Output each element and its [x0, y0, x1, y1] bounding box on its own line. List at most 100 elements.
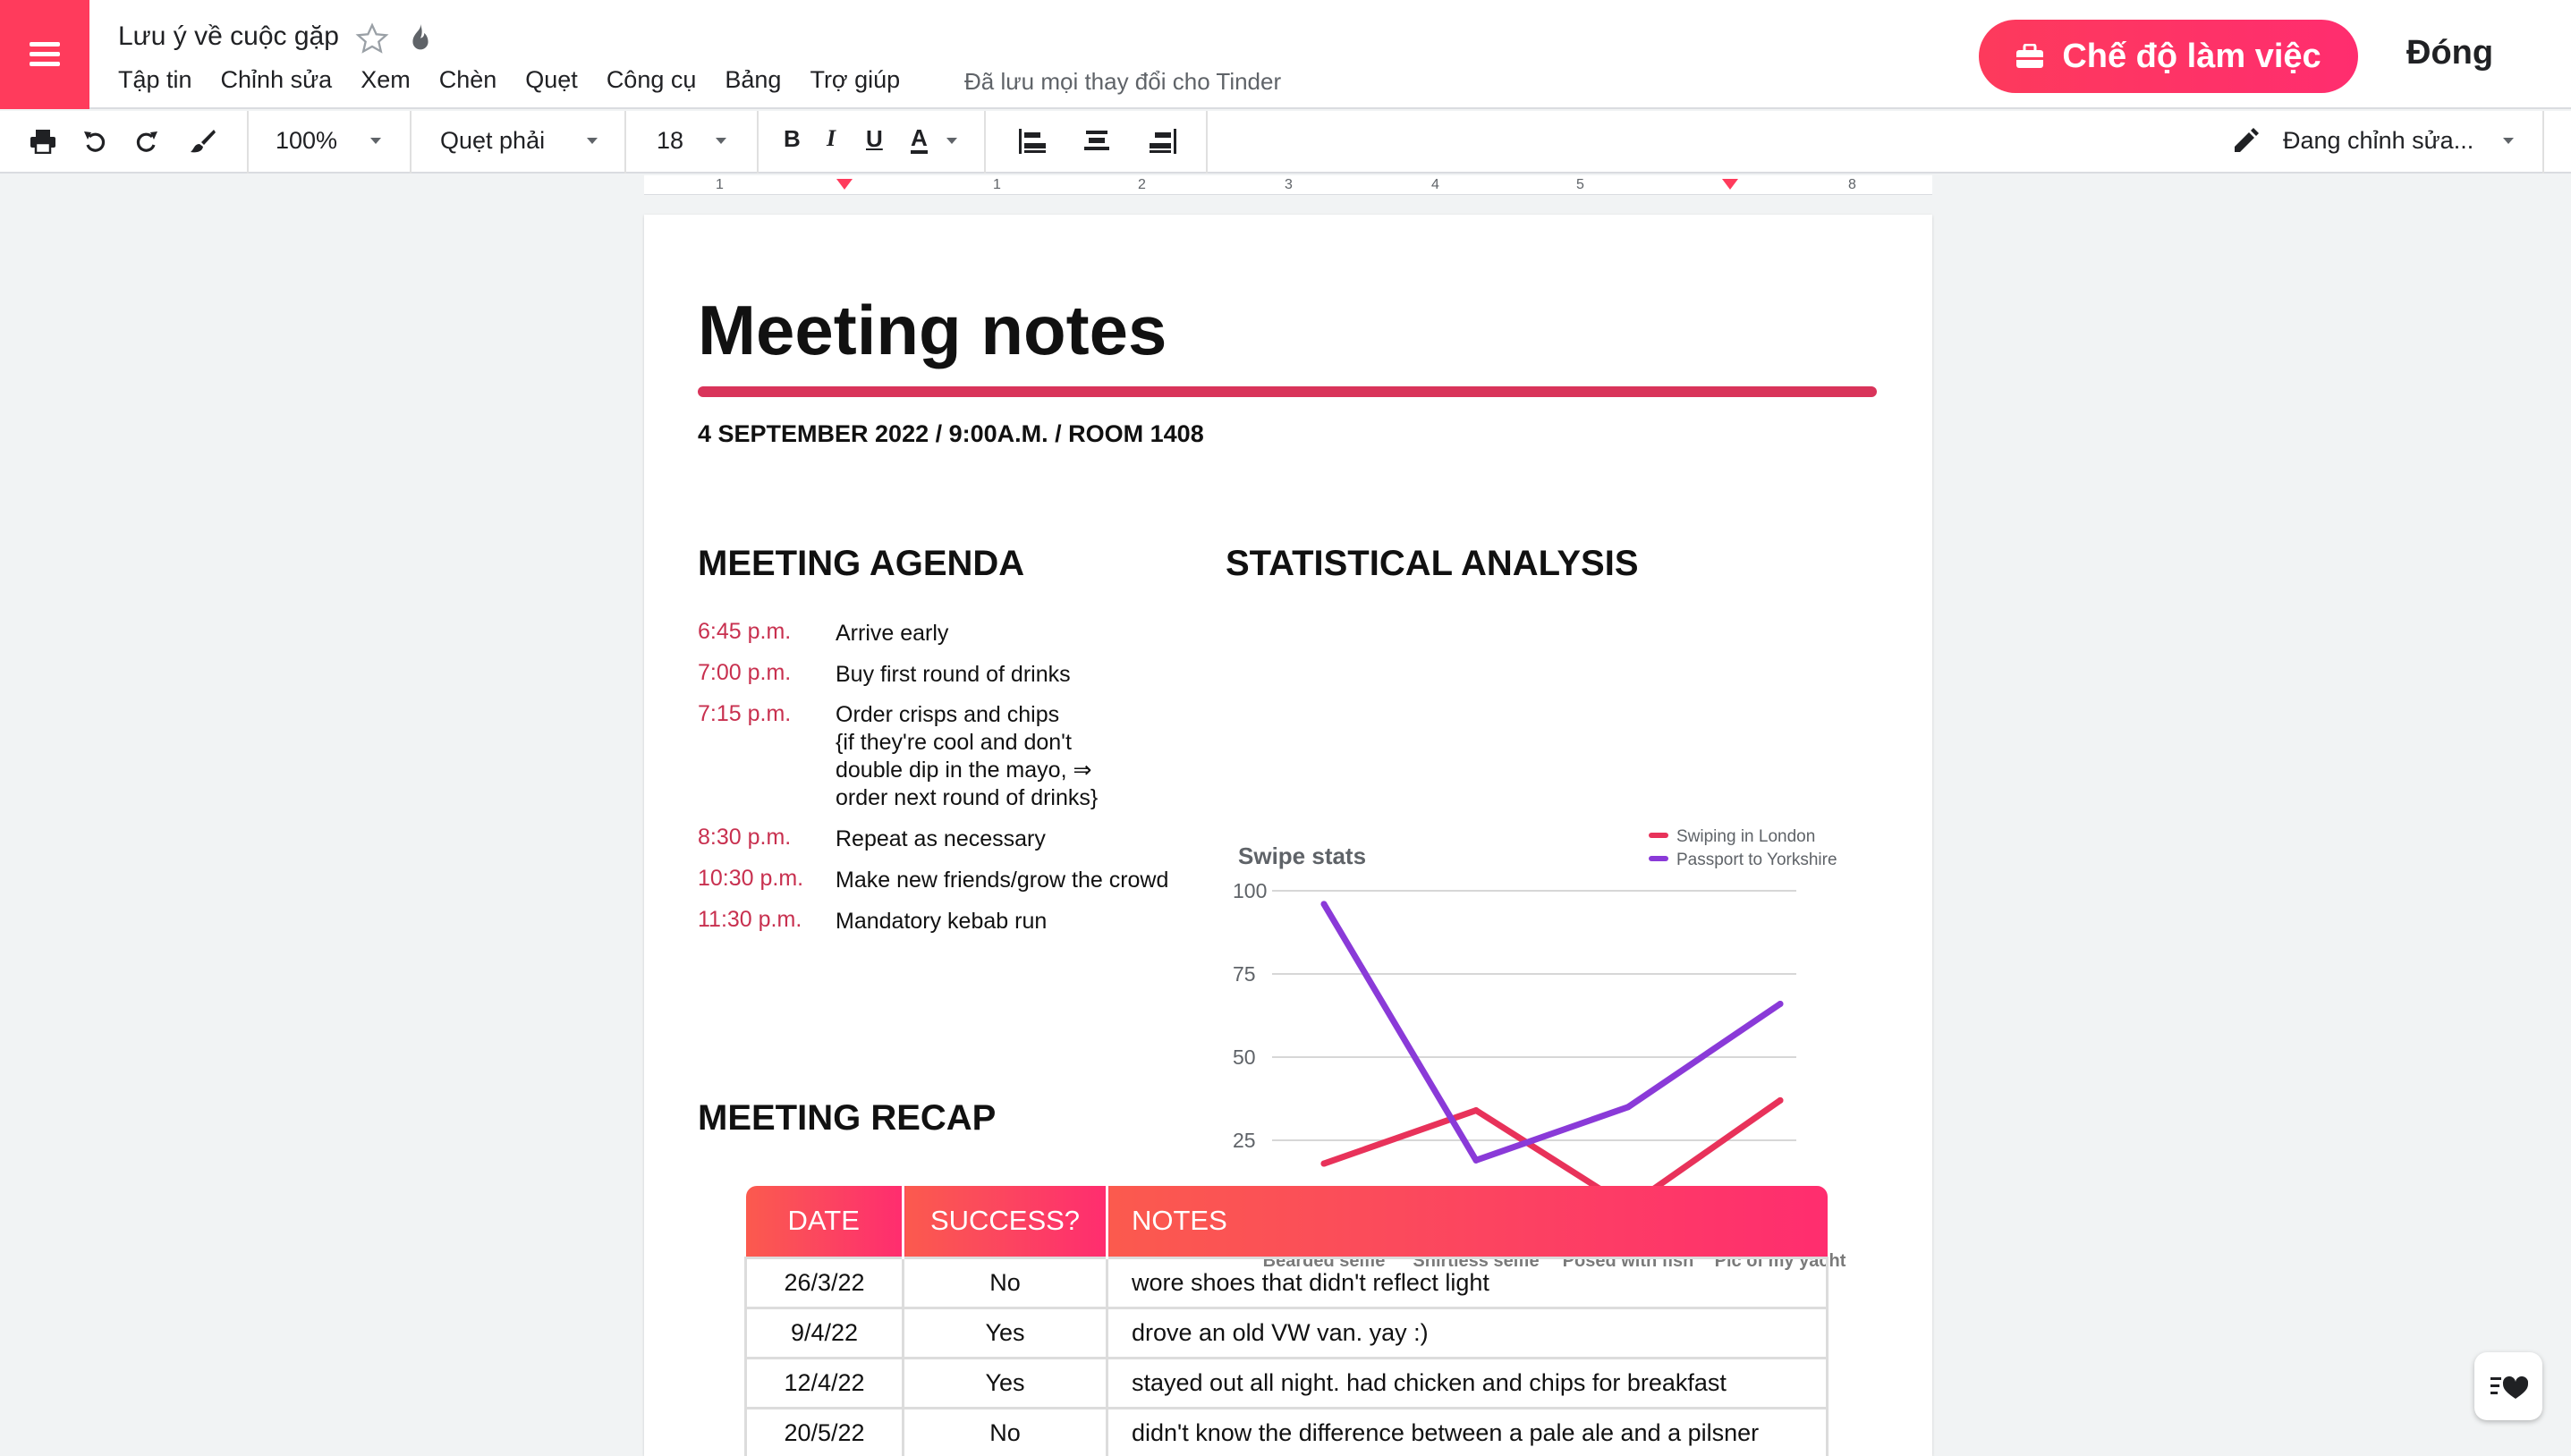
menu-file[interactable]: Tập tin: [118, 66, 192, 94]
agenda-item: 7:15 p.m. Order crisps and chips {if the…: [698, 701, 1199, 812]
data-point: [1320, 1160, 1328, 1167]
cell-notes: stayed out all night. had chicken and ch…: [1106, 1356, 1829, 1409]
formatting-toolbar: 100% Quẹt phải 18 B I U A Đang chỉnh sửa…: [0, 111, 2571, 174]
cell-success: Yes: [902, 1356, 1108, 1409]
title-divider: [698, 386, 1877, 397]
align-right-icon[interactable]: [1145, 123, 1181, 159]
text-color-caret-icon[interactable]: [946, 138, 957, 144]
close-button[interactable]: Đóng: [2406, 34, 2493, 72]
toolbar-divider: [624, 111, 626, 174]
ruler-number: 5: [1576, 177, 1584, 192]
agenda-time: 11:30 p.m.: [698, 907, 802, 932]
zoom-caret-icon[interactable]: [370, 138, 381, 144]
ruler-number: 2: [1138, 177, 1146, 192]
y-tick-label: 100: [1233, 879, 1267, 902]
menu-tools[interactable]: Công cụ: [607, 66, 697, 94]
editing-mode-select[interactable]: Đang chỉnh sửa...: [2283, 127, 2473, 155]
menu-insert[interactable]: Chèn: [439, 66, 497, 94]
document-page[interactable]: Meeting notes 4 SEPTEMBER 2022 / 9:00A.M…: [644, 215, 1932, 1456]
agenda-item: 11:30 p.m. Mandatory kebab run: [698, 907, 1199, 935]
align-left-icon[interactable]: [1014, 123, 1050, 159]
agenda-text: Mandatory kebab run: [836, 909, 1048, 934]
menu-view[interactable]: Xem: [361, 66, 411, 94]
agenda-time: 8:30 p.m.: [698, 825, 792, 850]
feedback-button[interactable]: [2474, 1352, 2542, 1420]
work-mode-button[interactable]: Chế độ làm việc: [1979, 20, 2358, 93]
analysis-heading: STATISTICAL ANALYSIS: [1226, 544, 1639, 583]
column-header-date: DATE: [745, 1186, 904, 1257]
column-header-success: SUCCESS?: [903, 1186, 1108, 1257]
menu-swipe[interactable]: Quẹt: [525, 66, 578, 94]
recap-table: DATE SUCCESS? NOTES 26/3/22 No wore shoe…: [744, 1186, 1829, 1456]
undo-icon[interactable]: [77, 123, 113, 159]
font-size-caret-icon[interactable]: [716, 138, 726, 144]
legend-label: Passport to Yorkshire: [1676, 851, 1837, 869]
font-size-select[interactable]: 18: [657, 127, 683, 155]
data-point: [1472, 1156, 1480, 1164]
agenda-item: 7:00 p.m. Buy first round of drinks: [698, 660, 1199, 689]
cell-date: 20/5/22: [744, 1406, 904, 1456]
save-status[interactable]: Đã lưu mọi thay đổi cho Tinder: [964, 68, 1281, 96]
cell-success: Yes: [902, 1306, 1108, 1359]
agenda-list: 6:45 p.m. Arrive early 7:00 p.m. Buy fir…: [698, 619, 1199, 948]
ruler-number: 4: [1431, 177, 1439, 192]
y-tick-label: 75: [1233, 962, 1256, 986]
zoom-select[interactable]: 100%: [276, 127, 337, 155]
agenda-time: 10:30 p.m.: [698, 866, 804, 891]
data-point: [1625, 1104, 1632, 1111]
hamburger-menu-button[interactable]: [0, 0, 89, 109]
agenda-text: Order crisps and chips {if they're cool …: [836, 702, 1099, 810]
agenda-text: Arrive early: [836, 621, 949, 646]
hamburger-icon: [30, 42, 60, 67]
left-indent-marker[interactable]: [836, 179, 853, 190]
style-caret-icon[interactable]: [587, 138, 598, 144]
table-row: 12/4/22 Yes stayed out all night. had ch…: [744, 1356, 1829, 1409]
ruler-number: 3: [1285, 177, 1293, 192]
toolbar-divider: [410, 111, 412, 174]
bold-button[interactable]: B: [784, 125, 801, 153]
ruler-number: 1: [993, 177, 1001, 192]
ruler-number: 1: [716, 177, 724, 192]
print-icon[interactable]: [25, 123, 61, 159]
text-color-button[interactable]: A: [911, 125, 928, 154]
document-title[interactable]: Lưu ý về cuộc gặp: [118, 21, 339, 52]
y-tick-label: 50: [1233, 1045, 1256, 1069]
right-indent-marker[interactable]: [1722, 179, 1738, 190]
menu-table[interactable]: Bảng: [725, 66, 781, 94]
work-mode-label: Chế độ làm việc: [2062, 37, 2321, 75]
agenda-item: 10:30 p.m. Make new friends/grow the cro…: [698, 866, 1199, 894]
menu-bar: Tập tin Chỉnh sửa Xem Chèn Quẹt Công cụ …: [118, 66, 900, 94]
agenda-heading: MEETING AGENDA: [698, 544, 1025, 583]
redo-icon[interactable]: [129, 123, 165, 159]
style-select[interactable]: Quẹt phải: [440, 127, 545, 155]
paint-format-icon[interactable]: [184, 123, 220, 159]
align-center-icon[interactable]: [1079, 123, 1115, 159]
legend-label: Swiping in London: [1676, 827, 1815, 846]
underline-button[interactable]: U: [866, 125, 883, 153]
swipe-stats-chart: Swipe stats0255075100Bearded selfieShirt…: [1217, 590, 1914, 1288]
toolbar-divider: [1206, 111, 1208, 174]
ruler[interactable]: 1 1 2 3 4 5 8: [0, 175, 2571, 195]
star-icon[interactable]: [354, 21, 390, 57]
data-point: [1320, 901, 1328, 908]
table-row: 20/5/22 No didn't know the difference be…: [744, 1406, 1829, 1456]
table-row: 26/3/22 No wore shoes that didn't reflec…: [744, 1256, 1829, 1309]
agenda-item: 8:30 p.m. Repeat as necessary: [698, 825, 1199, 853]
editing-mode-caret-icon[interactable]: [2503, 138, 2514, 144]
tinder-flame-icon: [404, 21, 437, 57]
cell-date: 9/4/22: [744, 1306, 904, 1359]
agenda-text: Repeat as necessary: [836, 826, 1046, 851]
cell-notes: didn't know the difference between a pal…: [1106, 1406, 1829, 1456]
cell-date: 12/4/22: [744, 1356, 904, 1409]
cell-notes: wore shoes that didn't reflect light: [1106, 1256, 1829, 1309]
agenda-text: Make new friends/grow the crowd: [836, 868, 1169, 893]
italic-button[interactable]: I: [827, 125, 836, 152]
agenda-time: 7:15 p.m.: [698, 701, 792, 726]
menu-help[interactable]: Trợ giúp: [810, 66, 900, 94]
cell-notes: drove an old VW van. yay :): [1106, 1306, 1829, 1359]
menu-edit[interactable]: Chỉnh sửa: [221, 66, 333, 94]
chart-title: Swipe stats: [1238, 842, 1366, 869]
pencil-icon[interactable]: [2227, 123, 2263, 159]
ruler-number: 8: [1848, 177, 1856, 192]
chart-canvas: Swipe stats0255075100Bearded selfieShirt…: [1233, 827, 1846, 1271]
